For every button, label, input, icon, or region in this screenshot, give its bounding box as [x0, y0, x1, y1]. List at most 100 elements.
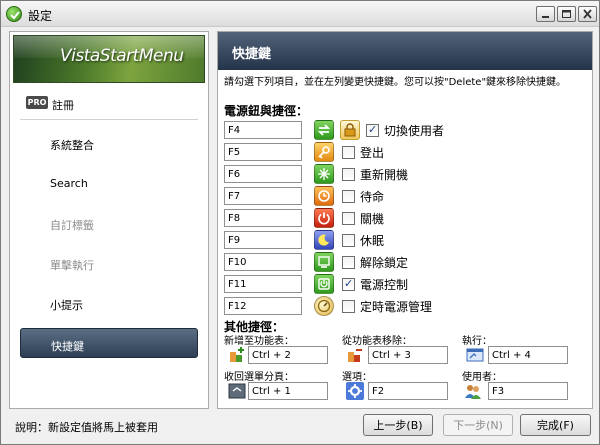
collapse-tab-icon [228, 382, 246, 400]
collapse-tab-label: 收回選單分頁： [224, 372, 294, 383]
hibernate-icon [314, 230, 334, 250]
hotkey-input-hibernate[interactable] [224, 231, 302, 249]
hotkey-label: 重新開機 [360, 168, 409, 182]
run-input[interactable] [488, 346, 568, 364]
sidebar-item-label: 小提示 [50, 299, 83, 312]
checkbox-restart[interactable] [342, 168, 355, 181]
hotkey-label: 登出 [360, 146, 385, 160]
checkbox-undock[interactable] [342, 256, 355, 269]
hotkey-label: 待命 [360, 190, 385, 204]
hotkey-input-restart[interactable] [224, 165, 302, 183]
hotkey-label: 關機 [360, 212, 385, 226]
instructions-text: 請勾選下列項目，並在左列變更快捷鍵。您可以按"Delete"鍵來移除快捷鍵。 [224, 77, 567, 88]
minimize-button[interactable] [536, 6, 555, 22]
hotkey-row-restart: 重新開機 [224, 164, 584, 186]
checkbox-power-control[interactable]: ✓ [342, 277, 355, 291]
sidebar-item-label: 註冊 [52, 99, 74, 112]
hotkey-row-power-control: ✓ 電源控制 [224, 274, 584, 296]
lock-icon[interactable] [340, 120, 360, 140]
hotkey-row-hibernate: 休眠 [224, 230, 584, 252]
hotkey-row-switch-user: ✓ 切換使用者 [224, 120, 584, 142]
checkbox-switch-user[interactable]: ✓ [366, 123, 379, 137]
hotkey-row-undock: 解除鎖定 [224, 252, 584, 274]
vistastartmenu-logo: VistaStartMenu [13, 35, 205, 83]
users-icon [464, 382, 482, 400]
sidebar-item-tips[interactable]: 小提示 [20, 288, 198, 318]
sidebar-item-label: Search [50, 177, 88, 190]
switch-user-icon [314, 120, 334, 140]
sidebar-item-registration[interactable]: PRO 註冊 [20, 88, 198, 118]
hotkey-input-shutdown[interactable] [224, 209, 302, 227]
maximize-icon [562, 10, 571, 18]
users-label: 使用者： [462, 372, 502, 383]
hotkey-label: 定時電源管理 [360, 300, 433, 314]
remove-from-menu-icon [346, 346, 364, 364]
sidebar: VistaStartMenu PRO 註冊 系統整合 Search 自訂標籤 單… [9, 31, 209, 409]
shutdown-icon [314, 208, 334, 228]
hotkey-row-standby: 待命 [224, 186, 584, 208]
options-input[interactable] [368, 382, 448, 400]
hotkey-input-undock[interactable] [224, 253, 302, 271]
run-icon [466, 346, 484, 364]
sidebar-item-hotkeys[interactable]: 快捷鍵 [20, 328, 198, 358]
sidebar-item-label: 快捷鍵 [51, 340, 84, 353]
logo-text: VistaStartMenu [60, 46, 184, 66]
hotkey-input-timer[interactable] [224, 297, 302, 315]
finish-button[interactable]: 完成(F) [520, 414, 591, 436]
next-button[interactable]: 下一步(N) [443, 414, 513, 436]
hotkey-label: 休眠 [360, 234, 385, 248]
hotkey-input-logoff[interactable] [224, 143, 302, 161]
standby-icon [314, 186, 334, 206]
maximize-button[interactable] [557, 6, 576, 22]
hotkey-input-switch-user[interactable] [224, 121, 302, 139]
users-input[interactable] [488, 382, 568, 400]
hotkey-row-timer: 定時電源管理 [224, 296, 584, 318]
panel-title: 快捷鍵 [232, 47, 272, 62]
hotkey-input-power-control[interactable] [224, 275, 302, 293]
sidebar-item-custom-tabs: 自訂標籤 [20, 208, 198, 238]
remove-from-menu-input[interactable] [368, 346, 448, 364]
add-to-menu-label: 新增至功能表： [224, 336, 294, 347]
undock-icon [314, 252, 334, 272]
title-bar[interactable]: 設定 [1, 1, 599, 27]
hotkeys-panel: 快捷鍵 請勾選下列項目，並在左列變更快捷鍵。您可以按"Delete"鍵來移除快捷… [217, 31, 593, 409]
checkbox-shutdown[interactable] [342, 212, 355, 225]
hotkey-row-shutdown: 關機 [224, 208, 584, 230]
sidebar-item-search[interactable]: Search [20, 168, 198, 198]
hotkey-row-logoff: 登出 [224, 142, 584, 164]
app-check-icon [6, 6, 22, 22]
timer-icon [314, 296, 334, 316]
window-title: 設定 [28, 9, 53, 23]
checkbox-hibernate[interactable] [342, 234, 355, 247]
sidebar-item-single-click: 單擊執行 [20, 248, 198, 278]
options-gear-icon [346, 382, 364, 400]
back-button[interactable]: 上一步(B) [363, 414, 433, 436]
sidebar-item-label: 單擊執行 [50, 259, 94, 272]
close-button[interactable] [578, 6, 597, 22]
checkbox-standby[interactable] [342, 190, 355, 203]
logoff-key-icon [314, 142, 334, 162]
power-section-title: 電源鈕與捷徑： [224, 104, 309, 118]
sidebar-item-system-integration[interactable]: 系統整合 [20, 128, 198, 158]
power-control-icon [314, 274, 334, 294]
add-to-menu-icon [228, 346, 246, 364]
settings-window: 設定 VistaStartMenu PRO 註冊 系統整合 Search 自訂標… [0, 0, 600, 445]
options-label: 選項： [342, 372, 372, 383]
sidebar-item-label: 自訂標籤 [50, 219, 94, 232]
status-text: 說明：新設定值將馬上被套用 [15, 421, 158, 434]
restart-icon [314, 164, 334, 184]
pro-badge: PRO [26, 96, 48, 109]
minimize-icon [542, 16, 549, 18]
add-to-menu-input[interactable] [248, 346, 328, 364]
close-icon [583, 9, 592, 19]
hotkey-label: 電源控制 [360, 278, 409, 292]
panel-header: 快捷鍵 [218, 32, 592, 70]
remove-from-menu-label: 從功能表移除： [342, 336, 412, 347]
hotkey-label: 解除鎖定 [360, 256, 409, 270]
collapse-tab-input[interactable] [248, 382, 328, 400]
hotkey-label: 切換使用者 [384, 124, 445, 138]
checkbox-logoff[interactable] [342, 146, 355, 159]
checkbox-timer[interactable] [342, 300, 355, 313]
run-label: 執行： [462, 336, 492, 347]
hotkey-input-standby[interactable] [224, 187, 302, 205]
